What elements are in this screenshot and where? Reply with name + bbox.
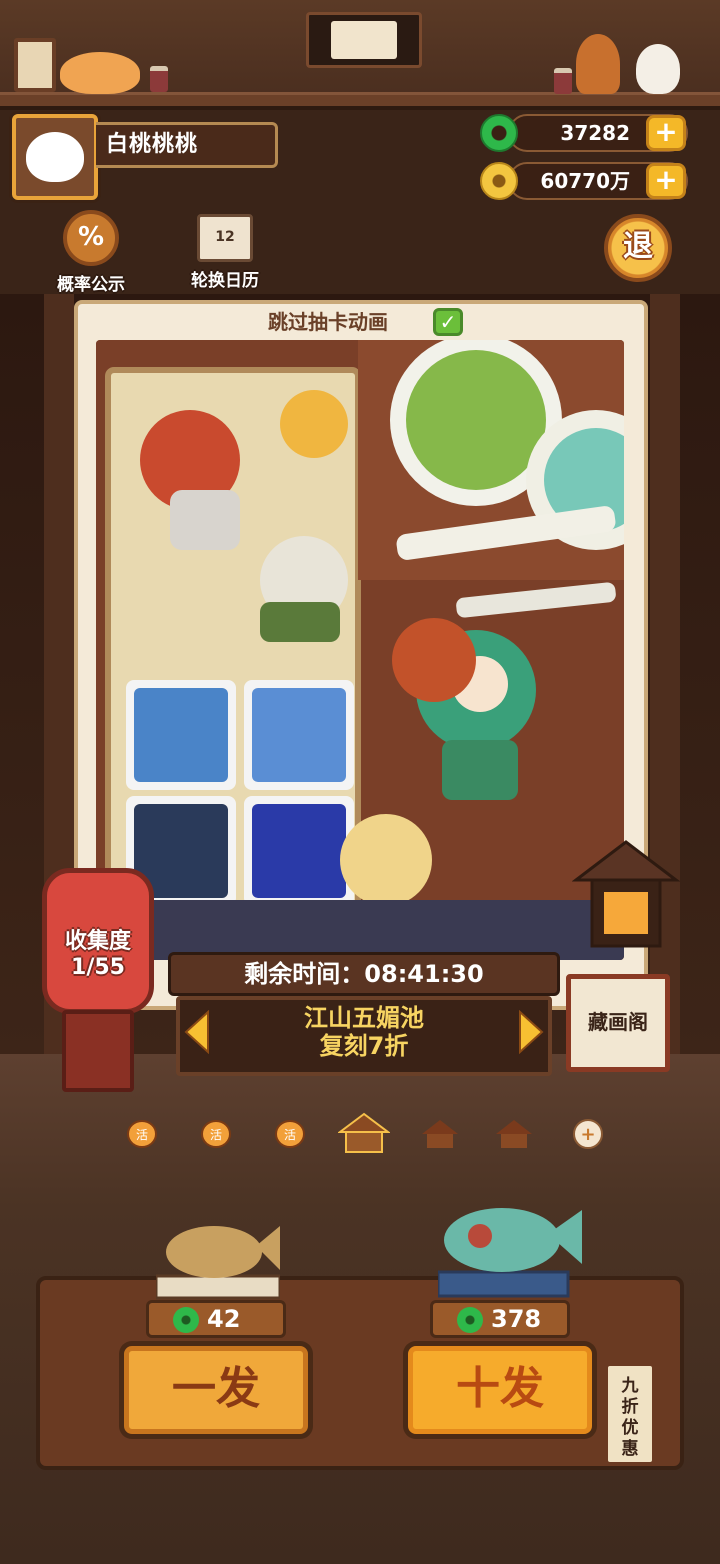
house-icon [496, 1120, 532, 1148]
collection-progress: 1/55 [71, 955, 125, 980]
player-avatar[interactable] [12, 114, 98, 200]
jar-decoration [150, 66, 168, 92]
timer-value: 08:41:30 [364, 960, 484, 988]
calendar-label: 轮换日历 [191, 271, 259, 291]
page-dot-4-active[interactable] [337, 1112, 391, 1153]
calendar-button[interactable]: 12 轮换日历 [178, 210, 272, 291]
sleeping-fish-icon [156, 1226, 280, 1300]
rates-label: 概率公示 [57, 275, 125, 295]
shelf-board [0, 92, 720, 106]
cat-avatar-icon [26, 132, 84, 182]
green-fish-icon [438, 1208, 582, 1298]
single-draw-cost-value: 42 [207, 1305, 241, 1333]
page-dot-2[interactable]: 活 [200, 1116, 232, 1156]
paw-frame-decoration [14, 38, 56, 92]
jar-decoration [554, 68, 572, 94]
house-icon [337, 1112, 391, 1153]
lantern-stand [62, 1010, 134, 1092]
single-draw-button[interactable]: 一发 [124, 1346, 308, 1434]
card-illustration [96, 340, 624, 960]
pool-board: 江山五媚池 复刻7折 [176, 996, 552, 1076]
rates-button[interactable]: % 概率公示 [44, 210, 138, 295]
discount-tag: 九折优惠 [604, 1362, 656, 1466]
pool-name: 江山五媚池 复刻7折 [180, 1004, 548, 1060]
plus-icon: + [573, 1119, 603, 1149]
collection-lantern[interactable]: 收集度 1/55 [42, 868, 154, 1014]
add-gold-button[interactable]: + [646, 163, 686, 199]
doll-decoration [576, 34, 620, 94]
page-dot-7[interactable]: + [572, 1116, 604, 1156]
timer-board: 剩余时间：08:41:30 [168, 952, 560, 996]
dot-1-text: 活 [136, 1128, 148, 1142]
ten-draw-cost: 378 [430, 1300, 570, 1338]
prev-pool-arrow-icon[interactable] [184, 1010, 210, 1054]
calendar-icon: 12 [197, 214, 253, 262]
page-dot-3[interactable]: 活 [274, 1116, 306, 1156]
discount-label: 九折优惠 [621, 1376, 639, 1459]
dot-2-text: 活 [210, 1128, 222, 1142]
hanging-scroll [306, 12, 422, 68]
page-dot-6[interactable] [494, 1116, 534, 1156]
exit-button[interactable]: 退 [604, 214, 672, 282]
pool-name-line1: 江山五媚池 [304, 1004, 424, 1032]
ten-draw-button[interactable]: 十发 [408, 1346, 592, 1434]
page-dot-5[interactable] [420, 1116, 460, 1156]
dot-7-text: + [580, 1124, 595, 1145]
player-name: 白桃桃桃 [96, 122, 278, 168]
gold-amount: 60770万 [540, 169, 630, 193]
ten-draw-cost-value: 378 [491, 1305, 542, 1333]
jade-amount: 37282 [560, 121, 630, 145]
single-draw-cost: 42 [146, 1300, 286, 1338]
skip-animation-label: 跳过抽卡动画 [268, 310, 388, 334]
next-pool-arrow-icon[interactable] [518, 1010, 544, 1054]
lantern-shrine-icon [572, 840, 680, 948]
jade-coin-icon [480, 114, 518, 152]
lantern-icon: 活 [127, 1120, 157, 1148]
percent-gear-icon: % [63, 210, 119, 266]
card-artwork[interactable] [96, 340, 624, 960]
gold-coin-icon [480, 162, 518, 200]
white-cat-decoration [636, 44, 680, 94]
add-jade-button[interactable]: + [646, 115, 686, 151]
pool-name-line2: 复刻7折 [319, 1032, 409, 1060]
lantern-icon: 活 [201, 1120, 231, 1148]
scroll-portrait [331, 21, 397, 59]
sleeping-cat-decoration [60, 52, 140, 94]
jade-coin-icon [173, 1307, 199, 1333]
painting-pavilion-button[interactable]: 藏画阁 [566, 974, 670, 1072]
timer-label: 剩余时间： [244, 960, 365, 988]
lantern-icon: 活 [275, 1120, 305, 1148]
skip-animation-checkbox[interactable]: ✓ [433, 308, 463, 336]
dot-3-text: 活 [284, 1128, 296, 1142]
house-icon [422, 1120, 458, 1148]
page-dot-1[interactable]: 活 [126, 1116, 158, 1156]
collection-label: 收集度 [64, 929, 131, 954]
jade-coin-icon [457, 1307, 483, 1333]
